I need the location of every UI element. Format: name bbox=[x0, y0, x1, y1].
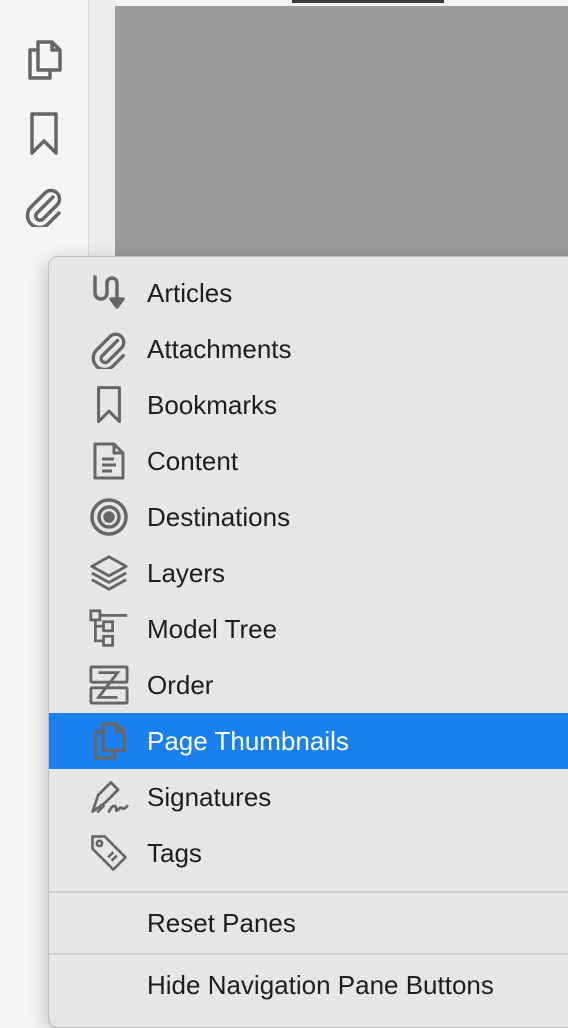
signature-pen-icon bbox=[89, 777, 129, 817]
menu-item-label: Order bbox=[147, 669, 214, 700]
menu-item-model-tree[interactable]: Model Tree bbox=[49, 601, 568, 657]
menu-item-content[interactable]: Content bbox=[49, 433, 568, 489]
menu-item-tags[interactable]: Tags bbox=[49, 825, 568, 881]
page-thumbnails-icon bbox=[89, 721, 129, 761]
menu-item-hide-navigation-pane-buttons[interactable]: Hide Navigation Pane Buttons bbox=[49, 957, 568, 1013]
menu-item-destinations[interactable]: Destinations bbox=[49, 489, 568, 545]
menu-item-layers[interactable]: Layers bbox=[49, 545, 568, 601]
menu-item-attachments[interactable]: Attachments bbox=[49, 321, 568, 377]
menu-item-articles[interactable]: Articles bbox=[49, 265, 568, 321]
nav-bookmarks-button[interactable] bbox=[20, 110, 68, 158]
model-tree-icon bbox=[89, 609, 129, 649]
menu-item-label: Model Tree bbox=[147, 613, 278, 644]
page-thumbnails-icon bbox=[24, 38, 64, 82]
paperclip-icon bbox=[89, 329, 129, 369]
navigation-pane-context-menu: Articles Attachments Bookmarks Content D… bbox=[48, 256, 568, 1028]
menu-item-label: Attachments bbox=[147, 333, 292, 364]
menu-item-label: Bookmarks bbox=[147, 389, 278, 420]
paperclip-icon bbox=[23, 185, 65, 227]
articles-icon bbox=[89, 273, 129, 313]
menu-item-label: Content bbox=[147, 445, 239, 476]
menu-item-signatures[interactable]: Signatures bbox=[49, 769, 568, 825]
destinations-target-icon bbox=[89, 497, 129, 537]
menu-separator bbox=[49, 891, 568, 893]
menu-item-label: Hide Navigation Pane Buttons bbox=[147, 969, 494, 1000]
menu-item-label: Reset Panes bbox=[147, 907, 296, 938]
bookmark-icon bbox=[28, 111, 60, 157]
layers-icon bbox=[89, 553, 129, 593]
menu-item-page-thumbnails[interactable]: Page Thumbnails bbox=[49, 713, 568, 769]
menu-item-label: Articles bbox=[147, 277, 233, 308]
menu-item-order[interactable]: Order bbox=[49, 657, 568, 713]
menu-item-label: Signatures bbox=[147, 781, 272, 812]
menu-item-label: Destinations bbox=[147, 501, 291, 532]
content-document-icon bbox=[89, 441, 129, 481]
bookmark-icon bbox=[89, 385, 129, 425]
menu-item-bookmarks[interactable]: Bookmarks bbox=[49, 377, 568, 433]
nav-attachments-button[interactable] bbox=[20, 182, 68, 230]
nav-page-thumbnails-button[interactable] bbox=[20, 36, 68, 84]
active-tab-indicator bbox=[292, 0, 444, 3]
menu-item-label: Tags bbox=[147, 837, 202, 868]
menu-item-label: Layers bbox=[147, 557, 226, 588]
menu-item-label: Page Thumbnails bbox=[147, 725, 349, 756]
tags-icon bbox=[89, 833, 129, 873]
order-icon bbox=[89, 665, 129, 705]
menu-item-reset-panes[interactable]: Reset Panes bbox=[49, 895, 568, 951]
menu-separator bbox=[49, 953, 568, 955]
